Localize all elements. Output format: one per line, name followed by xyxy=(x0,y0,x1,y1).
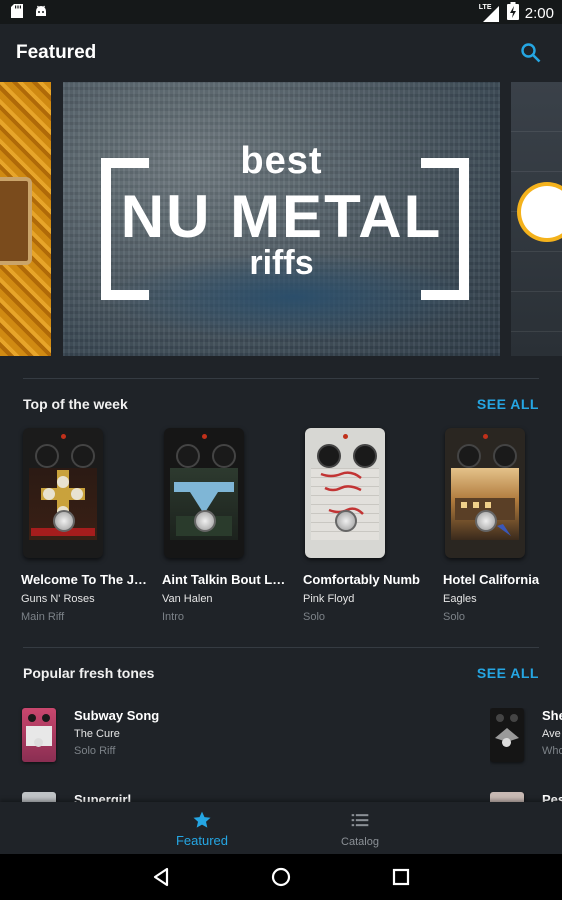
star-icon xyxy=(193,811,211,828)
pedal-footswitch xyxy=(34,738,43,747)
carousel-slide-current[interactable]: best NU METAL riffs xyxy=(63,82,500,356)
pedal-led xyxy=(483,434,488,439)
pedal-knob xyxy=(353,444,377,468)
fresh-tones-title: Popular fresh tones xyxy=(23,665,155,681)
banner-headline: NU METAL xyxy=(120,183,443,250)
pedal-led xyxy=(61,434,66,439)
clock: 2:00 xyxy=(524,4,554,22)
wing-artwork xyxy=(495,728,519,742)
app-bar: Featured xyxy=(0,24,562,82)
pedal-footswitch xyxy=(475,510,497,532)
page-title: Featured xyxy=(16,42,97,63)
sd-card-icon xyxy=(10,4,24,18)
list-icon xyxy=(351,814,369,827)
list-item[interactable]: Supergirl xyxy=(22,792,262,802)
search-button[interactable] xyxy=(520,42,542,64)
pedal-knob xyxy=(28,714,36,722)
top-item-card[interactable]: Aint Talkin Bout L… Van Halen Intro xyxy=(162,428,292,623)
pedal-led xyxy=(343,434,348,439)
card-part: Solo xyxy=(303,611,326,623)
bottom-navigation: Featured Catalog xyxy=(0,802,562,854)
pedal-thumbnail xyxy=(305,428,385,558)
tab-featured-label: Featured xyxy=(175,833,229,848)
card-artist: Guns N' Roses xyxy=(21,593,95,605)
fresh-tones-see-all-button[interactable]: SEE ALL xyxy=(477,665,539,681)
section-divider xyxy=(23,647,539,648)
list-item-part: Who xyxy=(542,745,562,757)
list-item-title: She xyxy=(542,708,562,723)
amp-badge-image xyxy=(0,177,32,265)
top-of-week-see-all-button[interactable]: SEE ALL xyxy=(477,396,539,412)
list-item-title: Subway Song xyxy=(74,708,160,723)
pedal-knob xyxy=(42,714,50,722)
list-item-artist: Ave xyxy=(542,728,561,740)
pedal-thumbnail xyxy=(490,792,524,802)
list-item[interactable]: Subway Song The Cure Solo Riff xyxy=(22,708,262,768)
card-part: Solo xyxy=(443,611,466,623)
pedal-thumbnail xyxy=(164,428,244,558)
pedal-thumbnail xyxy=(490,708,524,762)
card-title: Comfortably Numb xyxy=(303,572,420,587)
card-title: Welcome To The J… xyxy=(21,572,147,587)
pedal-thumbnail xyxy=(23,428,103,558)
android-icon xyxy=(34,4,48,18)
list-item-part: Solo Riff xyxy=(74,745,116,757)
back-button[interactable] xyxy=(148,864,174,890)
status-bar: LTE 2:00 xyxy=(0,0,562,24)
list-item-title: Supergirl xyxy=(74,792,132,802)
pedal-footswitch xyxy=(194,510,216,532)
list-item[interactable]: She Ave Who xyxy=(490,708,562,768)
carousel-slide-previous[interactable] xyxy=(0,82,51,356)
pedal-thumbnail xyxy=(22,792,56,802)
pedal-led xyxy=(202,434,207,439)
pedal-knob xyxy=(212,444,236,468)
pedal-knob xyxy=(457,444,481,468)
lte-signal-icon: LTE xyxy=(479,4,501,22)
pedal-footswitch xyxy=(335,510,357,532)
banner-line-1: best xyxy=(240,140,323,182)
featured-carousel[interactable]: best NU METAL riffs xyxy=(0,82,562,356)
list-item[interactable]: Pes xyxy=(490,792,562,802)
top-item-card[interactable]: Welcome To The J… Guns N' Roses Main Rif… xyxy=(21,428,151,623)
pedal-footswitch xyxy=(53,510,75,532)
card-title: Hotel California xyxy=(443,572,540,587)
carousel-slide-next[interactable] xyxy=(511,82,562,356)
recents-button[interactable] xyxy=(388,864,414,890)
card-title: Aint Talkin Bout L… xyxy=(162,572,286,587)
section-divider xyxy=(23,378,539,379)
back-triangle-icon xyxy=(153,867,169,887)
pedal-footswitch xyxy=(502,738,511,747)
pedal-thumbnail xyxy=(22,708,56,762)
pedal-thumbnail xyxy=(445,428,525,558)
tab-featured[interactable]: Featured xyxy=(142,802,262,854)
home-button[interactable] xyxy=(268,864,294,890)
pedal-knob xyxy=(71,444,95,468)
pedal-knob xyxy=(176,444,200,468)
recents-square-icon xyxy=(392,868,410,886)
system-navigation-bar xyxy=(0,854,562,900)
pedal-knob xyxy=(35,444,59,468)
top-item-card[interactable]: Comfortably Numb Pink Floyd Solo xyxy=(303,428,433,623)
battery-charging-icon xyxy=(506,2,519,24)
list-item-title: Pes xyxy=(542,792,562,802)
top-of-week-title: Top of the week xyxy=(23,396,128,412)
pedal-knob xyxy=(493,444,517,468)
banner-line-3: riffs xyxy=(249,244,314,282)
card-part: Intro xyxy=(162,611,185,623)
list-item-artist: The Cure xyxy=(74,728,120,740)
card-artist: Eagles xyxy=(443,593,477,605)
card-part: Main Riff xyxy=(21,611,65,623)
card-artist: Pink Floyd xyxy=(303,593,355,605)
top-item-card[interactable]: Hotel California Eagles Solo xyxy=(443,428,562,623)
home-circle-icon xyxy=(271,867,291,887)
tab-catalog[interactable]: Catalog xyxy=(300,802,420,854)
pedal-knob xyxy=(317,444,341,468)
tab-catalog-label: Catalog xyxy=(341,836,379,848)
search-icon xyxy=(521,43,541,63)
card-artist: Van Halen xyxy=(162,593,213,605)
